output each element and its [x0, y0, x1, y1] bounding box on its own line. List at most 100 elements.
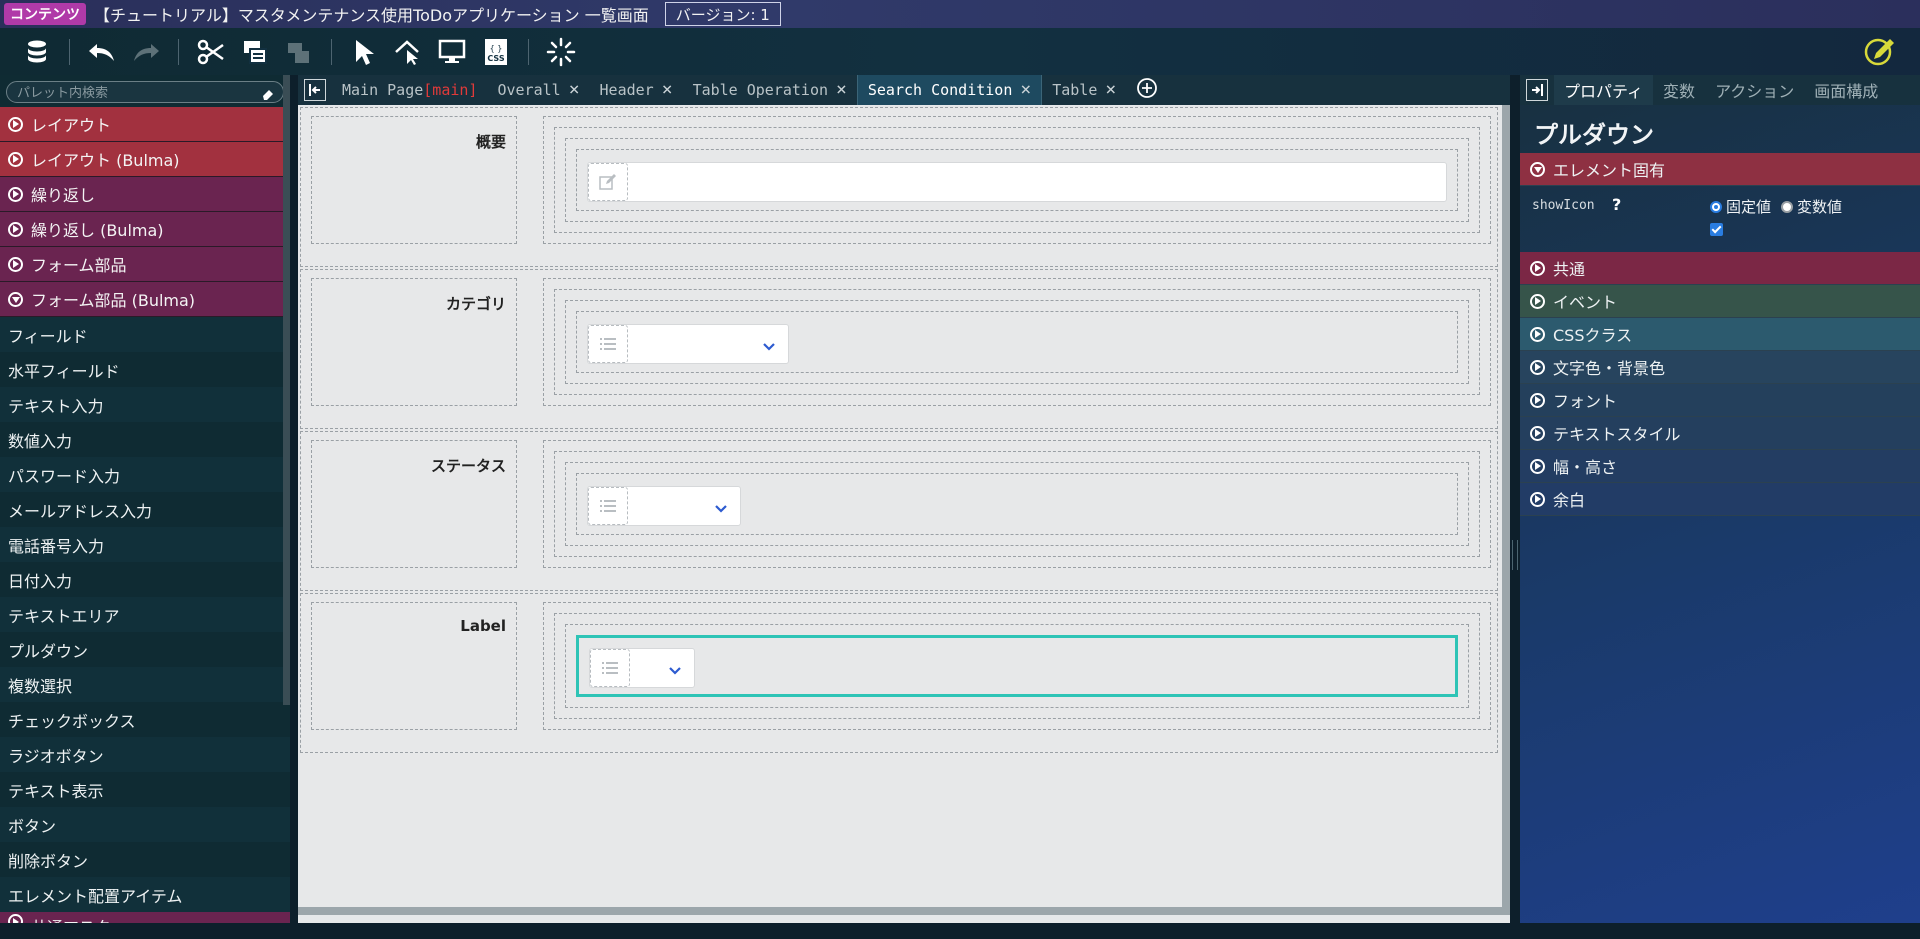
palette-category-repeat-bulma[interactable]: 繰り返し (Bulma): [0, 212, 290, 247]
palette-item[interactable]: 数値入力: [0, 422, 290, 457]
tab-header[interactable]: Header ×: [590, 75, 683, 105]
tab-table[interactable]: Table ×: [1042, 75, 1126, 105]
palette-item[interactable]: テキスト表示: [0, 772, 290, 807]
collapse-right-icon[interactable]: [1526, 79, 1548, 101]
palette-item[interactable]: テキスト入力: [0, 387, 290, 422]
palette-item[interactable]: フィールド: [0, 317, 290, 352]
field-control-wrapper[interactable]: [576, 311, 1458, 373]
field-control-wrapper[interactable]: [576, 149, 1458, 211]
help-icon[interactable]: ?: [1612, 195, 1621, 214]
preview-monitor-icon[interactable]: [435, 35, 469, 69]
add-tab-icon[interactable]: [1136, 77, 1158, 103]
tab-main-page[interactable]: Main Page [main]: [332, 75, 487, 105]
palette-item[interactable]: 複数選択: [0, 667, 290, 702]
chevron-down-icon[interactable]: [668, 661, 682, 680]
palette-item[interactable]: チェックボックス: [0, 702, 290, 737]
palette-scrollbar[interactable]: [283, 75, 290, 705]
tab-properties[interactable]: プロパティ: [1554, 75, 1654, 105]
edit-pencil-icon[interactable]: [1863, 33, 1897, 67]
form-row[interactable]: ステータス: [300, 431, 1498, 591]
form-row[interactable]: カテゴリ: [300, 269, 1498, 429]
radio-variable-value[interactable]: [1781, 200, 1794, 213]
section-text-style[interactable]: テキストスタイル: [1520, 417, 1920, 450]
palette-item[interactable]: ラジオボタン: [0, 737, 290, 772]
section-css-class[interactable]: CSSクラス: [1520, 318, 1920, 351]
close-icon[interactable]: ×: [662, 81, 673, 99]
paste-icon[interactable]: [282, 35, 316, 69]
chevron-down-icon[interactable]: [762, 337, 776, 356]
section-events[interactable]: イベント: [1520, 285, 1920, 318]
cut-icon[interactable]: [194, 35, 228, 69]
palette-category-form-bulma[interactable]: フォーム部品 (Bulma): [0, 282, 290, 317]
chevron-down-icon[interactable]: [714, 499, 728, 518]
tab-label: Overall: [497, 81, 561, 99]
palette-category-layout-bulma[interactable]: レイアウト (Bulma): [0, 142, 290, 177]
tab-actions[interactable]: アクション: [1705, 75, 1804, 105]
text-input-control[interactable]: [587, 162, 1447, 202]
select-control[interactable]: [589, 648, 695, 688]
field-container[interactable]: [543, 116, 1491, 244]
section-colors[interactable]: 文字色・背景色: [1520, 351, 1920, 384]
close-icon[interactable]: ×: [569, 81, 580, 99]
palette-category-common-master[interactable]: 共通マスタ: [0, 912, 290, 923]
close-icon[interactable]: ×: [836, 81, 847, 99]
palette-item[interactable]: パスワード入力: [0, 457, 290, 492]
palette-item[interactable]: プルダウン: [0, 632, 290, 667]
form-row[interactable]: 概要: [300, 107, 1498, 267]
select-pointer-icon[interactable]: [347, 35, 381, 69]
section-font[interactable]: フォント: [1520, 384, 1920, 417]
field-container[interactable]: [543, 440, 1491, 568]
database-icon[interactable]: [20, 35, 54, 69]
tab-variables[interactable]: 変数: [1653, 75, 1705, 105]
canvas-vertical-scrollbar[interactable]: [1502, 105, 1510, 915]
palette-item[interactable]: 水平フィールド: [0, 352, 290, 387]
tab-table-operation[interactable]: Table Operation ×: [683, 75, 857, 105]
row-label[interactable]: 概要: [311, 116, 517, 244]
palette-item[interactable]: 日付入力: [0, 562, 290, 597]
tab-overall[interactable]: Overall ×: [487, 75, 589, 105]
palette-search-input[interactable]: [7, 83, 283, 104]
tab-screen-structure[interactable]: 画面構成: [1804, 75, 1888, 105]
undo-icon[interactable]: [85, 35, 119, 69]
row-label[interactable]: Label: [311, 602, 517, 730]
palette-item[interactable]: 電話番号入力: [0, 527, 290, 562]
palette-search[interactable]: [6, 81, 284, 105]
tab-search-condition[interactable]: Search Condition ×: [856, 75, 1043, 105]
palette-category-form[interactable]: フォーム部品: [0, 247, 290, 282]
section-margin[interactable]: 余白: [1520, 483, 1920, 516]
form-row[interactable]: Label: [300, 593, 1498, 753]
palette-item[interactable]: 削除ボタン: [0, 842, 290, 877]
row-label[interactable]: ステータス: [311, 440, 517, 568]
field-control-wrapper[interactable]: [576, 473, 1458, 535]
field-container[interactable]: [543, 278, 1491, 406]
field-container[interactable]: [543, 602, 1491, 730]
close-icon[interactable]: ×: [1020, 81, 1031, 99]
section-size[interactable]: 幅・高さ: [1520, 450, 1920, 483]
select-control[interactable]: [587, 324, 789, 364]
row-label[interactable]: カテゴリ: [311, 278, 517, 406]
palette-item[interactable]: エレメント配置アイテム: [0, 877, 290, 912]
section-common[interactable]: 共通: [1520, 252, 1920, 285]
parent-select-icon[interactable]: [391, 35, 425, 69]
redo-icon[interactable]: [129, 35, 163, 69]
canvas-horizontal-scrollbar[interactable]: [298, 907, 1502, 915]
palette-item[interactable]: メールアドレス入力: [0, 492, 290, 527]
palette-category-repeat[interactable]: 繰り返し: [0, 177, 290, 212]
palette-item[interactable]: テキストエリア: [0, 597, 290, 632]
css-file-icon[interactable]: { } CSS: [479, 35, 513, 69]
loading-spinner-icon[interactable]: [544, 35, 578, 69]
copy-icon[interactable]: [238, 35, 272, 69]
collapse-left-icon[interactable]: [304, 79, 326, 101]
select-control[interactable]: [587, 486, 741, 526]
contents-badge[interactable]: コンテンツ: [4, 3, 86, 25]
selected-element-outline[interactable]: [576, 635, 1458, 697]
palette-item[interactable]: ボタン: [0, 807, 290, 842]
showicon-checkbox[interactable]: [1710, 223, 1723, 236]
section-element-specific[interactable]: エレメント固有: [1520, 153, 1920, 186]
eraser-icon[interactable]: [261, 86, 275, 105]
palette-category-layout[interactable]: レイアウト: [0, 107, 290, 142]
panel-splitter[interactable]: [1512, 540, 1518, 570]
version-indicator[interactable]: バージョン: 1: [664, 2, 781, 26]
close-icon[interactable]: ×: [1105, 81, 1116, 99]
radio-fixed-value[interactable]: [1710, 200, 1722, 213]
